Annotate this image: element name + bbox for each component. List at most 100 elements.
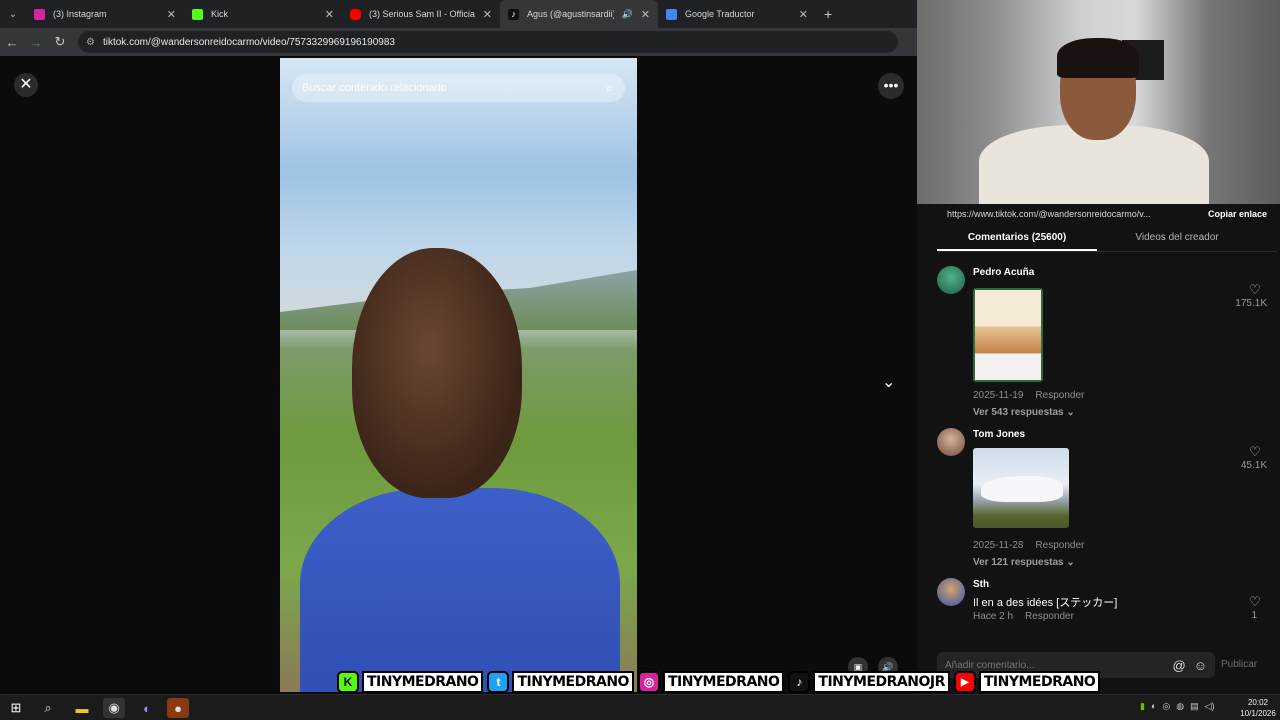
site-info-icon[interactable]: ⚙ <box>86 37 95 48</box>
tab-title: Kick <box>211 9 229 19</box>
tab-title: (3) Serious Sam II - Official Trai <box>369 9 475 19</box>
like-button[interactable]: ♡ 1 <box>1227 594 1267 621</box>
tray-discord-icon[interactable]: ◐ <box>1151 701 1156 712</box>
view-replies-label: Ver 543 respuestas <box>973 407 1064 418</box>
close-tab-icon[interactable]: ✕ <box>483 8 492 21</box>
speaker-icon[interactable]: 🔊 <box>622 9 633 20</box>
tab-creator-videos[interactable]: Videos del creador <box>1097 226 1257 251</box>
banner-handle: TINYMEDRANOJR <box>813 671 950 693</box>
system-clock[interactable]: 20:02 10/1/2026 <box>1236 697 1280 719</box>
comment-author[interactable]: Tom Jones <box>973 429 1025 440</box>
tray-app-icon[interactable]: ◍ <box>1176 701 1184 712</box>
copy-link-button[interactable]: Copiar enlace <box>1208 209 1267 219</box>
tab-tiktok[interactable]: ♪ Agus (@agustinsardii) | TikTo 🔊 ✕ <box>500 0 658 28</box>
reply-button[interactable]: Responder <box>1035 540 1084 551</box>
chrome-icon[interactable]: ◉ <box>103 698 125 718</box>
obs-icon[interactable]: ● <box>167 698 189 718</box>
share-link-row: https://www.tiktok.com/@wandersonreidoca… <box>947 204 1267 224</box>
comment-item: Pedro Acuña 2025-11-19 Responder Ver 543… <box>937 266 1267 418</box>
comment-meta: Hace 2 h Responder <box>973 611 1074 622</box>
emoji-icon[interactable]: ☺ <box>1194 658 1207 673</box>
comment-airplane-image[interactable] <box>973 448 1069 528</box>
avatar[interactable] <box>937 266 965 294</box>
clock-date: 10/1/2026 <box>1240 709 1276 718</box>
like-button[interactable]: ♡ 45.1K <box>1227 444 1267 471</box>
tab-kick[interactable]: Kick ✕ <box>184 0 342 28</box>
video-person-shirt <box>300 488 620 692</box>
tab-instagram[interactable]: (3) Instagram ✕ <box>26 0 184 28</box>
more-options-button[interactable]: ••• <box>878 73 904 99</box>
discord-icon[interactable]: ◐ <box>136 698 158 718</box>
forward-arrow-icon[interactable]: → <box>24 35 48 50</box>
panel-tabs: Comentarios (25600) Videos del creador <box>937 226 1277 252</box>
address-url: tiktok.com/@wandersonreidocarmo/video/75… <box>102 36 395 48</box>
banner-handle: TINYMEDRANO <box>512 671 634 693</box>
view-replies-label: Ver 121 respuestas <box>973 557 1064 568</box>
youtube-icon: ▶ <box>953 671 976 693</box>
share-link-url[interactable]: https://www.tiktok.com/@wandersonreidoca… <box>947 209 1172 219</box>
reply-button[interactable]: Responder <box>1035 390 1084 401</box>
new-tab-button[interactable]: + <box>816 6 840 22</box>
network-icon[interactable]: ▤ <box>1190 701 1199 712</box>
banner-handle: TINYMEDRANO <box>978 671 1101 693</box>
view-replies-button[interactable]: Ver 121 respuestas ⌄ <box>973 557 1075 568</box>
heart-icon[interactable]: ♡ <box>1243 282 1267 298</box>
reload-icon[interactable]: ↻ <box>48 34 72 50</box>
windows-start-icon[interactable]: ⊞ <box>5 698 27 718</box>
tiktok-favicon-icon: ♪ <box>508 8 519 20</box>
banner-item-twitter: t TINYMEDRANO <box>487 671 634 693</box>
browser-toolbar: ← → ↻ ⚙ tiktok.com/@wandersonreidocarmo/… <box>0 28 917 56</box>
search-icon[interactable]: ⌕ <box>37 698 59 718</box>
instagram-icon: ◎ <box>637 671 660 693</box>
file-explorer-icon[interactable]: ▬ <box>71 698 93 718</box>
back-arrow-icon[interactable]: ← <box>0 35 24 50</box>
search-icon[interactable]: ⌕ <box>606 80 613 96</box>
like-count: 45.1K <box>1240 460 1267 471</box>
twitter-icon: t <box>487 671 510 693</box>
comment-meta: 2025-11-28 Responder <box>973 540 1084 551</box>
tray-steam-icon[interactable]: ◎ <box>1162 701 1170 712</box>
comment-author[interactable]: Sth <box>973 579 989 590</box>
banner-handle: TINYMEDRANO <box>362 671 484 693</box>
publish-button[interactable]: Publicar <box>1221 659 1257 670</box>
comment-text: Il en a des idées [ステッカー] <box>973 597 1118 609</box>
video-player[interactable]: Buscar contenido relacionado ⌕ <box>280 58 637 692</box>
banner-item-kick: K TINYMEDRANO <box>337 671 484 693</box>
tiktok-video-page: ✕ ••• Buscar contenido relacionado ⌕ ⌄ ▣… <box>0 56 917 720</box>
view-replies-button[interactable]: Ver 543 respuestas ⌄ <box>973 407 1075 418</box>
like-count: 175.1K <box>1235 298 1267 309</box>
comment-author[interactable]: Pedro Acuña <box>973 267 1034 278</box>
tab-google-translate[interactable]: Google Traductor ✕ <box>658 0 816 28</box>
comments-panel: https://www.tiktok.com/@wandersonreidoca… <box>917 204 1280 720</box>
tab-title: Agus (@agustinsardii) | TikTo <box>527 9 614 19</box>
mention-icon[interactable]: @ <box>1173 658 1186 673</box>
like-button[interactable]: ♡ 175.1K <box>1227 282 1267 309</box>
related-content-search[interactable]: Buscar contenido relacionado ⌕ <box>292 74 625 102</box>
instagram-favicon-icon <box>34 8 45 20</box>
streamer-social-banner: K TINYMEDRANO t TINYMEDRANO ◎ TINYMEDRAN… <box>337 669 1101 695</box>
heart-icon[interactable]: ♡ <box>1243 594 1267 610</box>
webcam-streamer-hair <box>1057 38 1139 78</box>
close-tab-icon[interactable]: ✕ <box>799 8 808 21</box>
volume-icon[interactable]: ◁) <box>1205 701 1215 712</box>
related-search-placeholder: Buscar contenido relacionado <box>302 82 447 94</box>
tiktok-icon: ♪ <box>788 671 811 693</box>
reply-button[interactable]: Responder <box>1025 611 1074 622</box>
tray-nvidia-icon[interactable]: ▮ <box>1140 701 1145 712</box>
tab-youtube[interactable]: (3) Serious Sam II - Official Trai ✕ <box>342 0 500 28</box>
google-translate-favicon-icon <box>666 8 677 20</box>
streamer-webcam-overlay <box>917 0 1280 204</box>
comment-sticker-image[interactable] <box>973 288 1043 382</box>
close-tab-icon[interactable]: ✕ <box>167 8 176 21</box>
tab-comments[interactable]: Comentarios (25600) <box>937 226 1097 251</box>
youtube-favicon-icon <box>350 8 361 20</box>
close-tab-icon[interactable]: ✕ <box>641 8 650 21</box>
close-tab-icon[interactable]: ✕ <box>325 8 334 21</box>
avatar[interactable] <box>937 578 965 606</box>
tab-search-button[interactable]: ⌄ <box>0 0 26 28</box>
next-video-chevron-icon[interactable]: ⌄ <box>882 372 895 392</box>
heart-icon[interactable]: ♡ <box>1243 444 1267 460</box>
close-video-button[interactable]: ✕ <box>14 73 38 97</box>
avatar[interactable] <box>937 428 965 456</box>
address-bar[interactable]: ⚙ tiktok.com/@wandersonreidocarmo/video/… <box>78 31 898 53</box>
